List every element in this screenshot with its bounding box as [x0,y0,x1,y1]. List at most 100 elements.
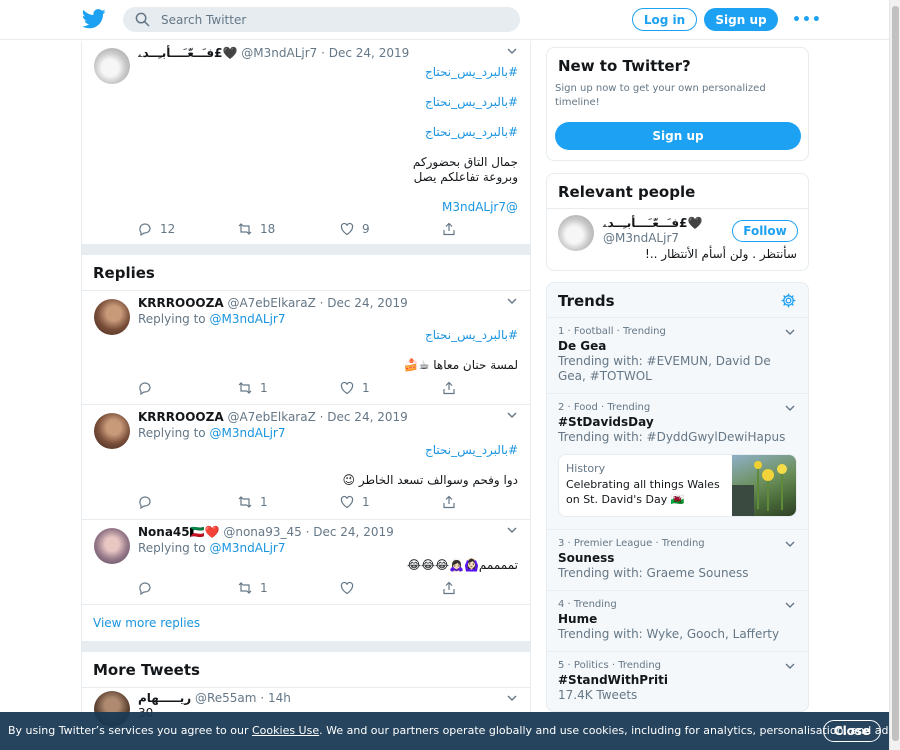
login-button[interactable]: Log in [632,8,697,31]
sidebar: New to Twitter? Sign up now to get your … [546,47,809,712]
tweet-date[interactable]: · Dec 24, 2019 [306,525,394,539]
main-tweet[interactable]: فـَــعّـَـــأبـِــدۦ£🖤 @M3ndALjr7 · Dec … [81,41,531,245]
share-action[interactable] [442,380,456,396]
person-name[interactable]: فـَــعّـَـــأبـِــدۦ£🖤 [603,216,702,231]
person-handle[interactable]: @M3ndALjr7 [603,231,679,245]
tweet-text-line: وبروعة تفاعلكم يصل [413,170,518,184]
retweet-action[interactable]: 1 [238,380,268,396]
author-name[interactable]: Nona45🇰🇼❤️ [138,525,220,539]
tweet-date[interactable]: · Dec 24, 2019 [320,296,408,310]
share-action[interactable] [442,580,456,596]
reply-tweet[interactable]: Nona45🇰🇼❤️ @nona93_45 · Dec 24, 2019 Rep… [81,520,531,605]
trend-subtext: Trending with: #DyddGwylDewiHapus [558,430,786,444]
settings-gear-icon[interactable] [781,293,796,308]
sidebar-signup-button[interactable]: Sign up [555,122,801,150]
retweet-action[interactable]: 1 [238,494,268,510]
hashtag-link[interactable]: #بالبرد_يس_نحتاج [425,65,518,79]
chevron-down-icon[interactable] [784,326,796,338]
author-handle[interactable]: @A7ebElkaraZ [227,410,315,424]
trend-name[interactable]: De Gea [558,339,797,353]
twitter-bird-icon[interactable] [82,9,106,29]
cookies-use-link[interactable]: Cookies Use [252,724,319,737]
replying-to-handle[interactable]: @M3ndALjr7 [209,312,285,326]
reply-tweet[interactable]: KRRROOOZA @A7ebElkaraZ · Dec 24, 2019 Re… [81,405,531,520]
like-action[interactable]: 1 [340,494,370,510]
chevron-down-icon[interactable] [784,599,796,611]
author-name[interactable]: فـَــعّـَـــأبـِــدۦ£🖤 [138,46,237,60]
hashtag-link[interactable]: #بالبرد_يس_نحتاج [425,443,518,457]
trend-item[interactable]: 4 · Trending Hume Trending with: Wyke, G… [547,590,808,651]
trend-item[interactable]: 2 · Food · Trending #StDavidsDay Trendin… [547,393,808,529]
like-action[interactable] [340,580,354,596]
search-input[interactable] [161,9,501,30]
avatar[interactable] [94,528,130,564]
like-count: 1 [362,381,370,395]
replying-to-label: Replying to [138,541,206,555]
heart-icon [340,581,354,595]
author-handle[interactable]: @Re55am [195,691,257,705]
tweet-date[interactable]: · 14h [260,691,291,705]
reply-action[interactable] [138,494,152,510]
trend-item[interactable]: 1 · Football · Trending De Gea Trending … [547,317,808,393]
like-action[interactable]: 9 [340,221,370,237]
tweet-date[interactable]: · Dec 24, 2019 [320,410,408,424]
hashtag-link[interactable]: #بالبرد_يس_نحتاج [425,328,518,342]
replies-title: Replies [93,263,155,282]
reply-tweet[interactable]: KRRROOOZA @A7ebElkaraZ · Dec 24, 2019 Re… [81,291,531,405]
author-handle[interactable]: @nona93_45 [223,525,301,539]
tweet-text: تممممم🙆🏻‍♀️🙇🏻‍♀️😂😂😂 [406,558,518,572]
author-name[interactable]: KRRROOOZA [138,296,224,310]
reply-action[interactable] [138,380,152,396]
author-name[interactable]: KRRROOOZA [138,410,224,424]
trend-name[interactable]: #StandWithPriti [558,673,797,687]
author-handle[interactable]: @A7ebElkaraZ [227,296,315,310]
hashtag-link[interactable]: #بالبرد_يس_نحتاج [425,125,518,139]
share-action[interactable] [442,221,456,237]
cookie-close-button[interactable]: Close [823,720,881,742]
follow-button[interactable]: Follow [732,220,798,242]
chevron-down-icon[interactable] [506,524,518,536]
avatar[interactable] [558,215,594,251]
chevron-down-icon[interactable] [506,692,518,704]
tweet-header: فـَــعّـَـــأبـِــدۦ£🖤 @M3ndALjr7 · Dec … [138,46,409,61]
trend-item[interactable]: 3 · Premier League · Trending Souness Tr… [547,529,808,590]
trend-name[interactable]: Hume [558,612,797,626]
trend-name[interactable]: Souness [558,551,797,565]
trend-subtext: Trending with: #EVEMUN, David De Gea, #T… [558,354,771,383]
tweet-actions: 12 18 9 [138,221,468,237]
retweet-icon [238,582,252,594]
history-card[interactable]: History Celebrating all things Wales on … [558,454,797,517]
hashtag-link[interactable]: #بالبرد_يس_نحتاج [425,95,518,109]
avatar[interactable] [94,48,130,84]
chevron-down-icon[interactable] [784,538,796,550]
chevron-down-icon[interactable] [506,409,518,421]
more-options-icon[interactable]: ••• [792,10,821,30]
trend-subtext: 17.4K Tweets [558,688,638,702]
scrollbar-thumb[interactable] [892,6,899,741]
replying-to-handle[interactable]: @M3ndALjr7 [209,541,285,555]
chevron-down-icon[interactable] [506,45,518,57]
view-more-replies-link[interactable]: View more replies [93,616,200,630]
author-handle[interactable]: @M3ndALjr7 [241,46,317,60]
page-scrollbar[interactable] [889,0,900,750]
replying-to-handle[interactable]: @M3ndALjr7 [209,426,285,440]
search-bar[interactable] [123,7,520,32]
share-action[interactable] [442,494,456,510]
trend-name[interactable]: #StDavidsDay [558,415,797,429]
retweet-action[interactable]: 1 [238,580,268,596]
avatar[interactable] [94,299,130,335]
chevron-down-icon[interactable] [784,402,796,414]
reply-action[interactable] [138,580,152,596]
avatar[interactable] [94,413,130,449]
signup-button[interactable]: Sign up [704,8,778,31]
trend-meta: 3 · Premier League · Trending [558,538,705,549]
like-action[interactable]: 1 [340,380,370,396]
trend-item[interactable]: 5 · Politics · Trending #StandWithPriti … [547,651,808,711]
author-name[interactable]: ريـــــهام [138,691,191,705]
mention-link[interactable]: @M3ndALjr7 [442,200,518,214]
retweet-action[interactable]: 18 [238,221,275,237]
chevron-down-icon[interactable] [506,295,518,307]
tweet-date[interactable]: · Dec 24, 2019 [321,46,409,60]
reply-action[interactable]: 12 [138,221,175,237]
chevron-down-icon[interactable] [784,660,796,672]
